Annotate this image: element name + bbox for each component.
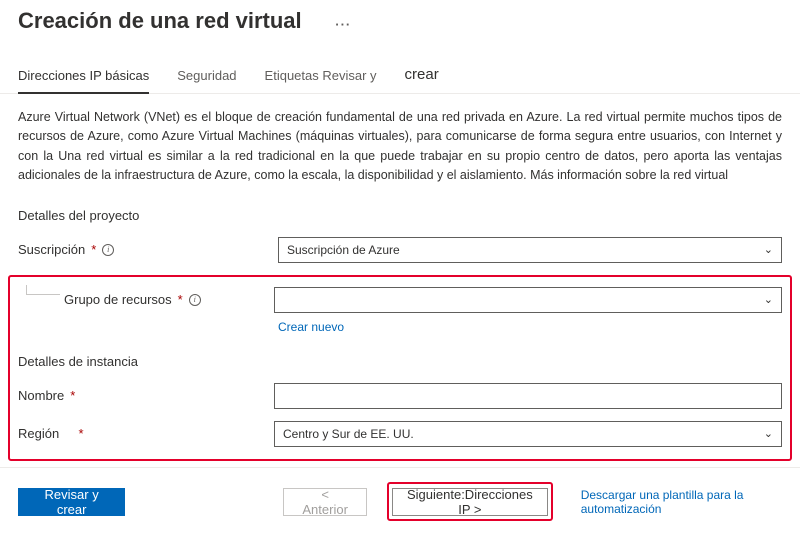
- subscription-value: Suscripción de Azure: [287, 243, 400, 257]
- name-label: Nombre*: [18, 388, 274, 403]
- chevron-down-icon: ⌄: [764, 243, 773, 256]
- review-create-button[interactable]: Revisar y crear: [18, 488, 125, 516]
- info-icon[interactable]: i: [102, 244, 114, 256]
- highlighted-region: Grupo de recursos * i ⌄ Crear nuevo Deta…: [8, 275, 792, 461]
- chevron-down-icon: ⌄: [764, 293, 773, 306]
- create-new-link[interactable]: Crear nuevo: [278, 320, 344, 334]
- section-project-details: Detalles del proyecto: [18, 208, 782, 223]
- next-button[interactable]: Siguiente:Direcciones IP >: [392, 488, 548, 516]
- tree-indent-icon: [26, 285, 60, 295]
- section-instance-details: Detalles de instancia: [18, 354, 782, 369]
- overflow-menu[interactable]: ···: [335, 17, 351, 32]
- page-title: Creación de una red virtual: [18, 8, 302, 34]
- tab-security[interactable]: Seguridad: [177, 68, 236, 93]
- info-icon[interactable]: i: [189, 294, 201, 306]
- previous-button[interactable]: < Anterior: [283, 488, 367, 516]
- subscription-label: Suscripción* i: [18, 242, 278, 257]
- name-input[interactable]: [274, 383, 782, 409]
- subscription-select[interactable]: Suscripción de Azure ⌄: [278, 237, 782, 263]
- tab-strip: Direcciones IP básicas Seguridad Etiquet…: [0, 66, 800, 94]
- resource-group-select[interactable]: ⌄: [274, 287, 782, 313]
- tab-basics[interactable]: Direcciones IP básicas: [18, 68, 149, 93]
- tab-tags-review[interactable]: Etiquetas Revisar y: [265, 68, 377, 93]
- region-value: Centro y Sur de EE. UU.: [283, 427, 414, 441]
- region-select[interactable]: Centro y Sur de EE. UU. ⌄: [274, 421, 782, 447]
- tab-create[interactable]: crear: [405, 66, 439, 93]
- footer-bar: Revisar y crear < Anterior Siguiente:Dir…: [0, 467, 800, 539]
- chevron-down-icon: ⌄: [764, 427, 773, 440]
- next-button-highlight: Siguiente:Direcciones IP >: [387, 482, 553, 521]
- download-template-link[interactable]: Descargar una plantilla para la automati…: [581, 488, 782, 516]
- region-label: Región *: [18, 426, 274, 441]
- description-text: Azure Virtual Network (VNet) es el bloqu…: [18, 108, 782, 186]
